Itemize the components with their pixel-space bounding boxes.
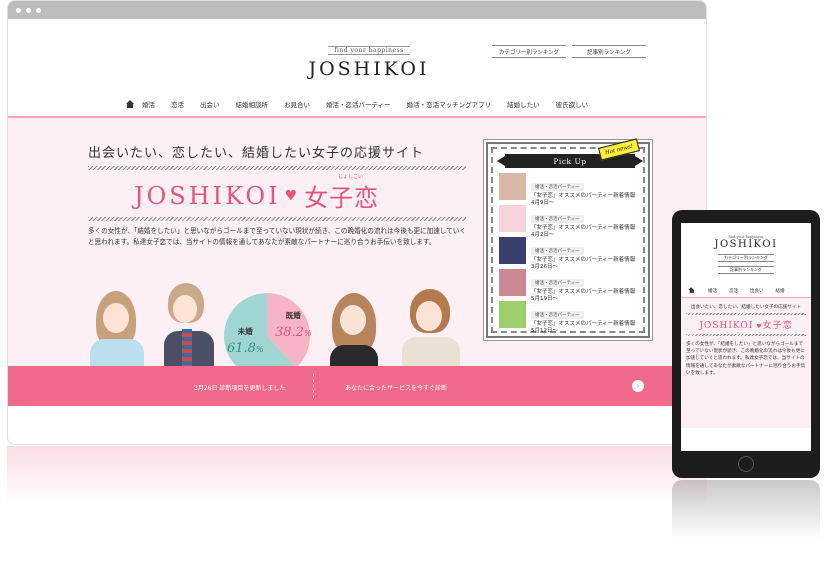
tablet-device: find your happiness JOSHIKOI カテゴリー別ランキング…	[672, 210, 820, 478]
nav-item-renkatsu[interactable]: 恋活	[163, 91, 192, 116]
pickup-category: 婚活・恋活パーティー	[531, 215, 584, 223]
tablet-hero-logo: JOSHIKOI ♥女子恋	[686, 318, 806, 331]
pickup-thumbnail	[499, 301, 526, 328]
main-hero: 出会いたい、恋したい、結婚したい女子の応援サイト JOSHIKOI ♥ 女子恋 …	[8, 118, 706, 406]
tablet-home-button[interactable]	[738, 456, 754, 472]
divider	[88, 166, 466, 170]
tablet-nav-item[interactable]: 結婚	[770, 288, 791, 294]
nav-item-want-boyfriend[interactable]: 彼氏欲しい	[548, 91, 597, 116]
logo-tagline: find your happiness	[328, 46, 410, 55]
pickup-item[interactable]: 婚活・恋活パーティー 「女子恋」オススメのパーティー新着情報 5月12日～	[499, 301, 641, 334]
tablet-nav-item[interactable]: 出会い	[744, 288, 770, 294]
pickup-thumbnail	[499, 173, 526, 200]
nav-item-deai[interactable]: 出会い	[192, 91, 228, 116]
logo-text: JOSHIKOI	[308, 58, 430, 80]
site-header: find your happiness JOSHIKOI カテゴリー別ランキング…	[8, 19, 706, 91]
pie-label-single: 未婚 61.8%	[227, 326, 264, 356]
pie-label-married: 既婚 38.2%	[275, 310, 312, 340]
window-dot	[26, 7, 31, 13]
window-dot	[16, 7, 21, 13]
pickup-item[interactable]: 婚活・恋活パーティー 「女子恋」オススメのパーティー新着情報 3月26日～	[499, 237, 641, 270]
tablet-nav-home[interactable]	[681, 286, 702, 296]
hero-logo-latin: JOSHIKOI	[134, 181, 281, 210]
hero-logo: JOSHIKOI ♥ 女子恋	[134, 178, 379, 213]
pickup-category: 婚活・恋活パーティー	[531, 247, 584, 255]
heart-icon: ♥	[284, 187, 301, 204]
tablet-screen: find your happiness JOSHIKOI カテゴリー別ランキング…	[681, 223, 811, 451]
tablet-nav: 婚活 恋活 出会い 結婚	[681, 284, 811, 298]
nav-home[interactable]	[118, 91, 134, 116]
pie-label-single-name: 未婚	[237, 327, 253, 336]
bottom-banner: 3月26日 診断項目を更新しました あなたに合ったサービスを今すぐ診断 ›	[8, 366, 706, 406]
pickup-item[interactable]: 婚活・恋活パーティー 「女子恋」オススメのパーティー新着情報 4月9日～	[499, 173, 641, 206]
chevron-right-icon[interactable]: ›	[632, 380, 644, 392]
pie-label-single-value: 61.8	[227, 341, 256, 356]
pickup-thumbnail	[499, 205, 526, 232]
pie-label-married-name: 既婚	[285, 311, 301, 320]
nav-item-party[interactable]: 婚活・恋活パーティー	[318, 91, 399, 116]
pickup-category: 婚活・恋活パーティー	[531, 279, 584, 287]
article-ranking-button[interactable]: 記事別ランキング	[572, 45, 646, 58]
pie-label-single-unit: %	[255, 345, 264, 354]
hero-description: 多くの女性が、「結婚をしたい」と思いながらゴールまで至っていない現状が続き、この…	[88, 227, 467, 246]
tablet-article-ranking-button[interactable]: 記事別ランキング	[718, 266, 774, 274]
tablet-hero-title: 出会いたい、恋したい、結婚したい女子の応援サイト	[690, 305, 802, 310]
tablet-nav-item[interactable]: 恋活	[723, 288, 744, 294]
tablet-hero-logo-kanji: 女子恋	[762, 321, 793, 331]
category-ranking-button[interactable]: カテゴリー別ランキング	[492, 45, 566, 58]
pickup-panel: Pick Up Hot news! 婚活・恋活パーティー 「女子恋」オススメのパ…	[486, 138, 650, 338]
diagnosis-link[interactable]: あなたに合ったサービスを今すぐ診断	[345, 383, 447, 392]
browser-window: find your happiness JOSHIKOI カテゴリー別ランキング…	[7, 0, 707, 445]
tablet-logo[interactable]: find your happiness JOSHIKOI	[681, 235, 811, 250]
nav-item-konkatsu[interactable]: 婚活	[134, 91, 163, 116]
heart-icon: ♥	[753, 323, 763, 330]
pickup-category: 婚活・恋活パーティー	[531, 183, 584, 191]
hero-logo-ruby: じょしこい	[338, 174, 364, 180]
hero-title: 出会いたい、恋したい、結婚したい女子の応援サイト	[88, 146, 425, 161]
pickup-title: 「女子恋」オススメのパーティー新着情報 5月12日～	[531, 321, 641, 334]
tablet-logo-text: JOSHIKOI	[714, 239, 778, 250]
divider	[686, 334, 806, 336]
window-dot	[36, 7, 41, 13]
nav-item-want-marry[interactable]: 結婚したい	[499, 91, 548, 116]
nav-item-omiai[interactable]: お見合い	[276, 91, 318, 116]
pickup-thumbnail	[499, 237, 526, 264]
browser-reflection	[7, 446, 707, 506]
home-icon	[688, 286, 694, 293]
mockup-stage: find your happiness JOSHIKOI カテゴリー別ランキング…	[0, 0, 827, 563]
pickup-list: 婚活・恋活パーティー 「女子恋」オススメのパーティー新着情報 4月9日～ 婚活・…	[499, 173, 641, 334]
browser-title-bar	[8, 1, 706, 19]
pie-label-married-unit: %	[303, 329, 312, 338]
pickup-category: 婚活・恋活パーティー	[531, 311, 584, 319]
global-nav: 婚活 恋活 出会い 結婚相談所 お見合い 婚活・恋活パーティー 婚活・恋活マッチ…	[8, 91, 706, 118]
pickup-item[interactable]: 婚活・恋活パーティー 「女子恋」オススメのパーティー新着情報 4月2日～	[499, 205, 641, 238]
pie-label-married-value: 38.2	[275, 325, 304, 340]
pickup-item[interactable]: 婚活・恋活パーティー 「女子恋」オススメのパーティー新着情報 5月19日～	[499, 269, 641, 302]
tablet-nav-item[interactable]: 婚活	[702, 288, 723, 294]
nav-item-marriage-agency[interactable]: 結婚相談所	[227, 91, 276, 116]
tablet-hero-logo-latin: JOSHIKOI	[699, 321, 754, 331]
site-logo[interactable]: find your happiness JOSHIKOI	[304, 37, 434, 80]
divider	[686, 313, 806, 315]
hero-logo-kanji: 女子恋	[304, 184, 380, 212]
divider	[313, 374, 314, 398]
tablet-category-ranking-button[interactable]: カテゴリー別ランキング	[718, 254, 774, 262]
nav-item-matching-app[interactable]: 婚活・恋活マッチングアプリ	[399, 91, 500, 116]
pickup-thumbnail	[499, 269, 526, 296]
news-ticker[interactable]: 3月26日 診断項目を更新しました	[194, 383, 285, 392]
divider	[88, 217, 466, 221]
tablet-reflection	[672, 480, 820, 540]
tablet-hero-description: 多くの女性が、「結婚をしたい」と思いながらゴールまで至っていない現状が続き、この…	[686, 342, 806, 376]
tablet-hero: 出会いたい、恋したい、結婚したい女子の応援サイト JOSHIKOI ♥女子恋 多…	[681, 298, 811, 428]
